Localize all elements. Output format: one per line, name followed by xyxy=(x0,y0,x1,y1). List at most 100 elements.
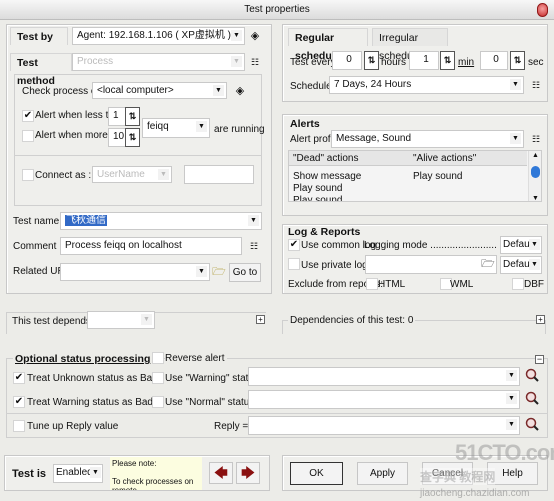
scroll-up-icon[interactable]: ▲ xyxy=(529,152,541,159)
use-normal-checkbox[interactable] xyxy=(152,396,164,408)
min-spinner[interactable]: ⇅ xyxy=(440,51,455,70)
chevron-down-icon[interactable]: ▼ xyxy=(231,56,242,67)
comment-input[interactable]: Process feiqq on localhost xyxy=(60,237,242,255)
previous-arrow-icon[interactable]: 🡄 xyxy=(209,462,233,484)
exclude-dbf-checkbox[interactable] xyxy=(512,278,524,290)
test-name-select[interactable]: 飞秋通信 ▼ xyxy=(60,212,262,230)
sec-input[interactable]: 0 xyxy=(480,51,508,70)
common-log-mode-select[interactable]: Default ▼ xyxy=(500,236,542,254)
private-log-path-input[interactable] xyxy=(365,255,497,274)
test-method-select[interactable]: Process ▼ xyxy=(72,53,245,71)
note-line-1: Please note: xyxy=(112,459,157,468)
apply-button[interactable]: Apply xyxy=(357,462,408,485)
tab-regular-schedule[interactable]: Regular schedule xyxy=(288,28,368,62)
agent-properties-icon[interactable]: ◈ xyxy=(247,28,263,44)
chevron-down-icon[interactable]: ▼ xyxy=(506,419,517,430)
use-normal-select[interactable]: ▼ xyxy=(248,390,520,409)
sec-value: 0 xyxy=(493,54,499,65)
expand-plus-icon[interactable]: + xyxy=(536,315,545,324)
chevron-down-icon[interactable]: ▼ xyxy=(506,393,517,404)
computer-properties-icon[interactable]: ◈ xyxy=(232,83,248,99)
use-common-log-checkbox[interactable]: ✔ xyxy=(288,239,300,251)
alert-more-input[interactable]: 10 xyxy=(108,128,126,147)
reply-select[interactable]: ▼ xyxy=(248,416,520,435)
chevron-down-icon[interactable]: ▼ xyxy=(90,467,101,478)
alert-more-checkbox[interactable] xyxy=(22,130,34,142)
hours-input[interactable]: 0 xyxy=(332,51,362,70)
tune-reply-checkbox[interactable] xyxy=(13,420,25,432)
reverse-alert-checkbox[interactable] xyxy=(152,352,164,364)
alerts-title: Alerts xyxy=(290,118,320,130)
go-to-button[interactable]: Go to xyxy=(229,263,261,282)
alert-more-spinner[interactable]: ⇅ xyxy=(125,128,140,147)
close-icon[interactable] xyxy=(537,3,548,17)
list-item: Play sound xyxy=(413,171,463,182)
comment-options-icon[interactable]: ☷ xyxy=(246,238,262,254)
test-is-label: Test is xyxy=(12,468,47,480)
chevron-down-icon[interactable]: ▼ xyxy=(213,85,224,96)
divider xyxy=(6,413,548,414)
hours-value: 0 xyxy=(346,54,352,65)
alert-actions-list[interactable]: "Dead" actions "Alive actions" Show mess… xyxy=(288,150,542,202)
schedule-select[interactable]: 7 Days, 24 Hours ▼ xyxy=(329,76,524,94)
hours-spinner[interactable]: ⇅ xyxy=(364,51,379,70)
scroll-thumb[interactable] xyxy=(531,166,540,178)
chevron-down-icon[interactable]: ▼ xyxy=(529,239,540,250)
private-log-mode-select[interactable]: Default ▼ xyxy=(500,256,542,274)
alert-profile-value: Message, Sound xyxy=(336,133,412,144)
chevron-down-icon[interactable]: ▼ xyxy=(510,133,521,144)
scroll-down-icon[interactable]: ▼ xyxy=(529,195,541,201)
apply-label: Apply xyxy=(369,468,395,479)
treat-unknown-label: Treat Unknown status as Bad xyxy=(27,373,158,384)
chevron-down-icon[interactable]: ▼ xyxy=(158,169,169,180)
treat-warning-checkbox[interactable]: ✔ xyxy=(13,396,25,408)
alert-less-spinner[interactable]: ⇅ xyxy=(125,107,140,126)
related-url-select[interactable]: ▼ xyxy=(60,263,210,281)
sec-spinner[interactable]: ⇅ xyxy=(510,51,525,70)
min-input[interactable]: 1 xyxy=(409,51,439,70)
chevron-down-icon[interactable]: ▼ xyxy=(196,121,207,132)
expand-plus-icon[interactable]: + xyxy=(256,315,265,324)
use-warning-select[interactable]: ▼ xyxy=(248,367,520,386)
magnifier-icon[interactable] xyxy=(525,417,539,431)
chevron-down-icon[interactable]: ▼ xyxy=(141,314,152,325)
alert-profile-options-icon[interactable]: ☷ xyxy=(528,131,544,147)
test-is-select[interactable]: Enabled ▼ xyxy=(53,464,103,483)
ok-label: OK xyxy=(309,468,324,479)
magnifier-icon[interactable] xyxy=(525,391,539,405)
optional-status-title: Optional status processing xyxy=(13,353,153,365)
alert-less-checkbox[interactable]: ✔ xyxy=(22,110,34,122)
use-warning-checkbox[interactable] xyxy=(152,372,164,384)
note-line-2: To check processes on remote xyxy=(112,477,194,490)
depends-on-select[interactable]: ▼ xyxy=(87,311,155,329)
collapse-minus-icon[interactable]: − xyxy=(535,355,544,364)
magnifier-icon[interactable] xyxy=(525,368,539,382)
use-private-log-checkbox[interactable] xyxy=(288,258,300,270)
schedule-options-icon[interactable]: ☷ xyxy=(528,77,544,93)
method-options-icon[interactable]: ☷ xyxy=(247,54,263,70)
connect-as-checkbox[interactable] xyxy=(22,169,34,181)
process-name-select[interactable]: feiqq ▼ xyxy=(142,118,210,138)
chevron-down-icon[interactable]: ▼ xyxy=(529,259,540,270)
chevron-down-icon[interactable]: ▼ xyxy=(506,370,517,381)
treat-unknown-checkbox[interactable]: ✔ xyxy=(13,372,25,384)
sec-label: sec xyxy=(528,57,544,68)
browse-file-icon[interactable]: 🗁 xyxy=(480,256,496,272)
alert-profile-select[interactable]: Message, Sound ▼ xyxy=(331,130,524,148)
chevron-down-icon[interactable]: ▼ xyxy=(248,215,259,226)
username-select[interactable]: UserName ▼ xyxy=(92,166,172,183)
chevron-down-icon[interactable]: ▼ xyxy=(231,30,242,41)
check-process-on-select[interactable]: <local computer> ▼ xyxy=(92,82,227,99)
scrollbar[interactable]: ▲ ▼ xyxy=(528,151,541,201)
next-arrow-icon[interactable]: 🡆 xyxy=(236,462,260,484)
alert-less-input[interactable]: 1 xyxy=(108,107,126,126)
ok-button[interactable]: OK xyxy=(290,462,343,485)
tab-irregular-schedule[interactable]: Irregular schedule xyxy=(372,28,448,62)
test-by-select[interactable]: Agent: 192.168.1.106 ( XP虚拟机 ) ▼ xyxy=(72,27,245,45)
test-is-value: Enabled xyxy=(56,467,93,478)
exclude-html-checkbox[interactable] xyxy=(366,278,378,290)
chevron-down-icon[interactable]: ▼ xyxy=(510,79,521,90)
folder-open-icon[interactable]: 🗁 xyxy=(211,264,227,280)
chevron-down-icon[interactable]: ▼ xyxy=(196,266,207,277)
password-input[interactable] xyxy=(184,165,254,184)
